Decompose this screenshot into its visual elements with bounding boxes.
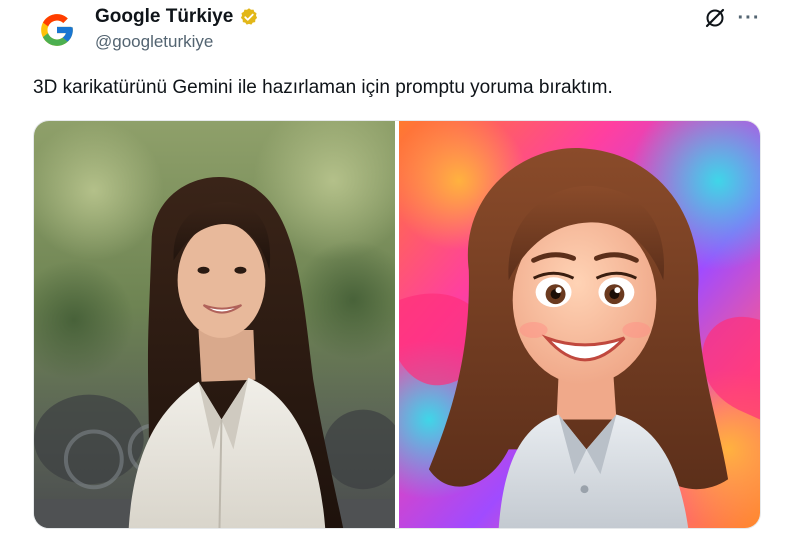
- profile-avatar[interactable]: [33, 6, 81, 54]
- media-grid: [33, 120, 761, 529]
- grok-icon[interactable]: [702, 5, 728, 31]
- more-options-icon[interactable]: ···: [736, 5, 762, 31]
- media-image-cartoon[interactable]: [399, 121, 760, 528]
- user-handle[interactable]: @googleturkiye: [95, 32, 213, 52]
- tweet-card: Google Türkiye @googleturkiye ··· 3D kar…: [0, 0, 800, 549]
- author-name-row: Google Türkiye: [95, 6, 259, 28]
- tweet-text: 3D karikatürünü Gemini ile hazırlaman iç…: [33, 77, 613, 98]
- gold-verified-badge-icon[interactable]: [239, 7, 259, 27]
- display-name[interactable]: Google Türkiye: [95, 6, 233, 28]
- media-image-photo[interactable]: [34, 121, 395, 528]
- google-g-logo-icon: [41, 14, 73, 46]
